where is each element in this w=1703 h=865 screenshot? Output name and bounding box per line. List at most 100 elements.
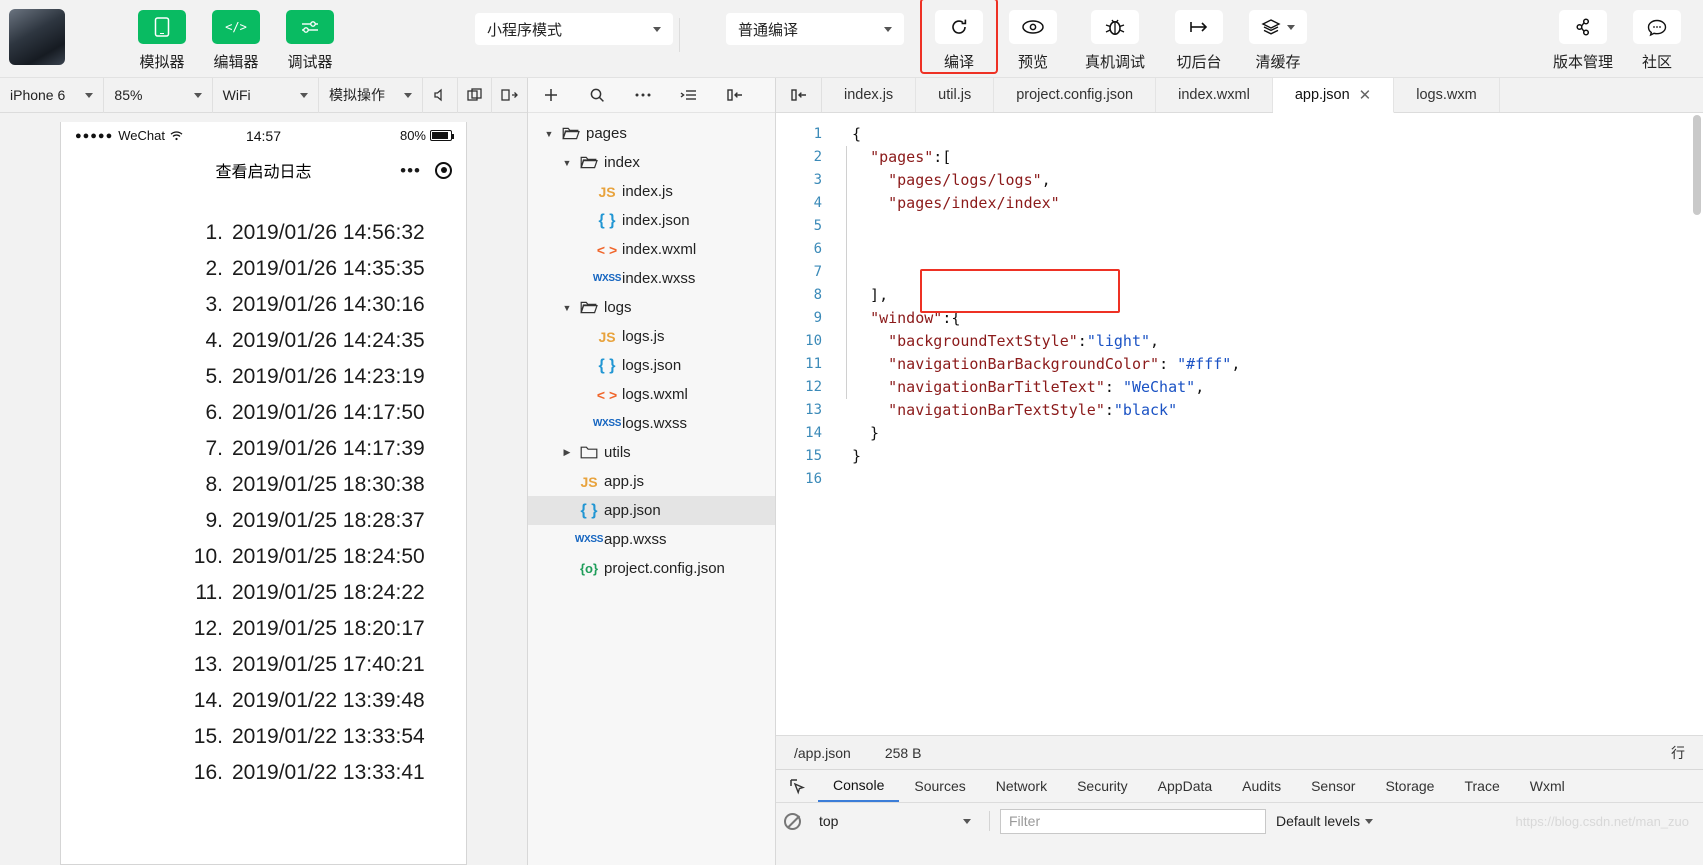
log-index: 7. [205,437,223,460]
console-tab-network[interactable]: Network [981,770,1062,802]
tree-file-project.config.json[interactable]: {o} project.config.json [528,554,775,583]
clear-cache-button[interactable]: 清缓存 [1238,0,1318,72]
log-index: 3. [205,293,223,316]
editor-code-icon: </> [212,10,260,44]
console-filter-input[interactable] [1000,808,1266,834]
copy-window-icon[interactable] [458,77,493,113]
tree-file-logs.js[interactable]: JS logs.js [528,322,775,351]
version-control-button[interactable]: 版本管理 [1541,0,1625,72]
code-line: "navigationBarTitleText": "WeChat", [852,376,1703,399]
compile-mode-select[interactable]: 普通编译 [726,13,904,45]
tree-folder-logs[interactable]: ▼ logs [528,293,775,322]
console-tab-appdata[interactable]: AppData [1143,770,1227,802]
tree-file-app.json[interactable]: { } app.json [528,496,775,525]
tree-file-app.js[interactable]: JS app.js [528,467,775,496]
close-capsule-icon[interactable] [435,161,452,179]
tree-file-index.json[interactable]: { } index.json [528,206,775,235]
compile-button[interactable]: 编译 [920,0,998,74]
tree-file-logs.json[interactable]: { } logs.json [528,351,775,380]
tree-folder-pages[interactable]: ▼ pages [528,119,775,148]
js-file-icon: JS [598,328,616,345]
log-row: 15. 2019/01/22 13:33:54 [61,719,466,755]
editor-tab-app.json[interactable]: app.json ✕ [1272,78,1395,113]
preview-button[interactable]: 预览 [996,0,1070,72]
more-icon[interactable] [620,78,666,113]
execution-context-select[interactable]: top [811,809,979,833]
code-token: "navigationBarTextStyle" [888,401,1105,419]
search-icon[interactable] [574,78,620,113]
tree-file-app.wxss[interactable]: WXSS app.wxss [528,525,775,554]
tree-folder-index[interactable]: ▼ index [528,148,775,177]
console-tab-wxml[interactable]: Wxml [1515,770,1580,802]
collapse-editor-icon[interactable] [776,78,822,112]
chevron-down-icon [653,26,661,32]
chevron-down-icon[interactable]: ▼ [542,129,556,139]
editor-scrollbar[interactable] [1691,113,1703,735]
tree-file-logs.wxml[interactable]: < > logs.wxml [528,380,775,409]
code-token: :{ [942,309,961,327]
code-token: "navigationBarTitleText" [888,378,1105,396]
hide-panel-icon[interactable] [712,78,758,113]
panel-toggle-simulator[interactable]: 模拟器 [125,0,199,72]
panel-toggle-debugger[interactable]: 调试器 [273,0,347,72]
close-icon[interactable]: ✕ [1359,86,1372,104]
console-tab-console[interactable]: Console [818,770,900,802]
community-button[interactable]: 社区 [1625,0,1689,72]
file-tree-body: ▼ pages ▼ index JS index.js{ } index.json < > in… [528,113,775,865]
collapse-list-icon[interactable] [666,78,712,113]
simulate-action-select[interactable]: 模拟操作 [319,77,424,113]
console-tab-storage[interactable]: Storage [1370,770,1449,802]
chevron-right-icon[interactable]: ▶ [560,447,574,458]
git-branch-icon [1559,10,1607,44]
main-content: iPhone 6 85% WiFi 模拟操作 ●●●●● WeChat 14:5… [0,77,1703,865]
phone-nav-bar: 查看启动日志 ••• [61,149,466,191]
console-tab-security[interactable]: Security [1062,770,1143,802]
background-switch-button[interactable]: 切后台 [1160,0,1238,72]
console-tab-audits[interactable]: Audits [1227,770,1296,802]
chevron-down-icon [193,92,202,98]
log-levels-select[interactable]: Default levels [1276,813,1374,829]
refresh-icon [935,10,983,44]
tree-file-index.js[interactable]: JS index.js [528,177,775,206]
add-file-icon[interactable] [528,78,574,113]
tree-file-index.wxml[interactable]: < > index.wxml [528,235,775,264]
chevron-down-icon[interactable]: ▼ [560,158,574,168]
clear-console-icon[interactable] [784,812,801,830]
log-timestamp: 2019/01/25 18:28:37 [232,509,425,532]
panel-toggle-editor-label: 编辑器 [213,54,259,71]
editor-tab-project.config.json[interactable]: project.config.json [994,78,1157,112]
chevron-down-icon[interactable]: ▼ [560,303,574,313]
panel-toggle-editor[interactable]: </> 编辑器 [199,0,273,72]
console-panel: Console Sources Network Security AppData Audi… [776,769,1703,865]
volume-icon[interactable] [423,77,458,113]
console-tab-sensor[interactable]: Sensor [1296,770,1370,802]
network-select[interactable]: WiFi [213,77,319,113]
editor-tabs: index.js util.js project.config.json index.… [822,78,1500,113]
rotate-device-icon[interactable] [492,78,527,113]
tree-file-logs.wxss[interactable]: WXSS logs.wxss [528,409,775,438]
tree-node-label: index.wxml [622,241,697,258]
code-token: "window" [870,309,943,327]
code-content[interactable]: { "pages":[ "pages/logs/logs", "pages/in… [836,113,1703,735]
code-token: } [852,447,862,465]
device-select[interactable]: iPhone 6 [0,77,105,113]
console-tab-trace[interactable]: Trace [1449,770,1514,802]
console-tab-sources[interactable]: Sources [899,770,980,802]
toolbar-right-actions: 版本管理 社区 [1541,0,1689,72]
editor-tab-util.js[interactable]: util.js [916,78,995,112]
code-editor[interactable]: 1 2 3 4 5 6 7 8 9 10 11 12 13 14 15 16 { "pages":[ "pag… [776,113,1703,735]
tree-folder-utils[interactable]: ▶ utils [528,438,775,467]
inspect-element-icon[interactable] [776,770,818,802]
line-number: 6 [813,241,822,257]
user-avatar[interactable] [9,9,65,65]
editor-tab-index.js[interactable]: index.js [822,78,917,112]
editor-tab-logs.wxm[interactable]: logs.wxm [1394,78,1500,112]
more-capsule-icon[interactable]: ••• [400,162,421,179]
editor-tab-label: logs.wxm [1416,87,1477,103]
log-timestamp: 2019/01/25 18:30:38 [232,473,425,496]
mini-program-mode-select[interactable]: 小程序模式 [475,13,673,45]
real-device-debug-button[interactable]: 真机调试 [1070,0,1160,72]
tree-file-index.wxss[interactable]: WXSS index.wxss [528,264,775,293]
editor-tab-index.wxml[interactable]: index.wxml [1156,78,1273,112]
zoom-select[interactable]: 85% [104,77,213,113]
